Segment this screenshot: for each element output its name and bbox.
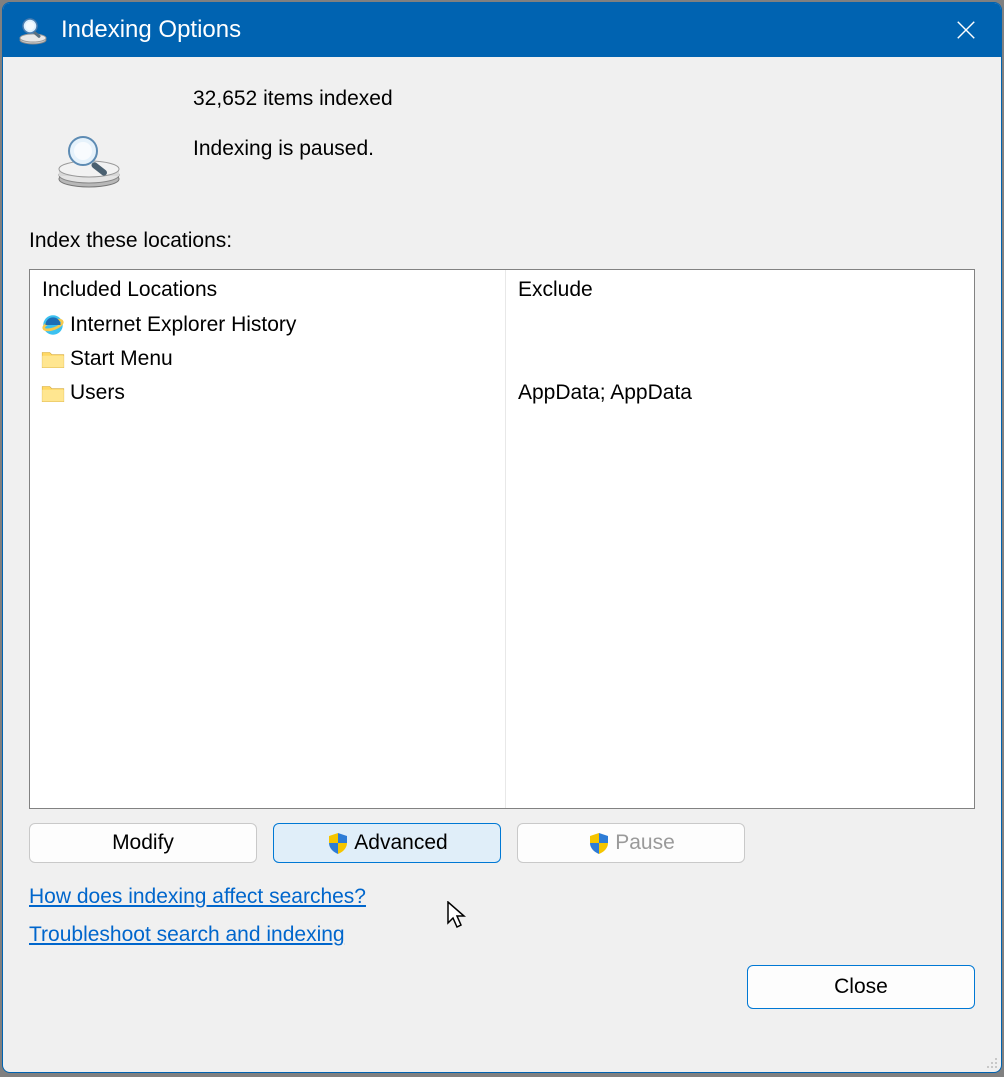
location-name: Internet Explorer History	[70, 313, 296, 337]
action-buttons: Modify Advanced	[29, 823, 975, 863]
location-name: Start Menu	[70, 347, 173, 371]
close-icon	[955, 19, 977, 41]
resize-grip[interactable]	[982, 1053, 998, 1069]
close-button[interactable]: Close	[747, 965, 975, 1009]
list-item[interactable]: Internet Explorer History	[38, 308, 497, 342]
help-link-how[interactable]: How does indexing affect searches?	[29, 885, 366, 909]
folder-icon	[40, 346, 66, 372]
exclude-value: AppData; AppData	[514, 376, 966, 410]
list-item[interactable]: Users	[38, 376, 497, 410]
dialog-content: 32,652 items indexed Indexing is paused.…	[3, 57, 1001, 1072]
indexing-state: Indexing is paused.	[193, 137, 393, 161]
help-links: How does indexing affect searches? Troub…	[29, 885, 975, 947]
indexing-status-icon	[29, 87, 149, 189]
titlebar[interactable]: Indexing Options	[3, 3, 1001, 57]
modify-button[interactable]: Modify	[29, 823, 257, 863]
shield-icon	[326, 831, 350, 855]
indexing-options-window: Indexing Options 32,65	[2, 2, 1002, 1073]
exclude-column: Exclude AppData; AppData	[506, 270, 974, 808]
shield-icon	[587, 831, 611, 855]
index-locations-label: Index these locations:	[29, 229, 975, 253]
folder-icon	[40, 380, 66, 406]
advanced-button[interactable]: Advanced	[273, 823, 501, 863]
status-area: 32,652 items indexed Indexing is paused.	[29, 57, 975, 229]
locations-list[interactable]: Included Locations Internet Explorer His…	[29, 269, 975, 809]
included-header: Included Locations	[38, 276, 497, 308]
items-indexed-count: 32,652 items indexed	[193, 87, 393, 111]
list-item[interactable]: Start Menu	[38, 342, 497, 376]
window-title: Indexing Options	[61, 16, 931, 44]
location-name: Users	[70, 381, 125, 405]
included-column: Included Locations Internet Explorer His…	[30, 270, 506, 808]
ie-icon	[40, 312, 66, 338]
close-window-button[interactable]	[931, 3, 1001, 57]
help-link-troubleshoot[interactable]: Troubleshoot search and indexing	[29, 923, 345, 947]
exclude-header: Exclude	[514, 276, 966, 308]
indexing-options-icon	[17, 14, 49, 46]
pause-button: Pause	[517, 823, 745, 863]
